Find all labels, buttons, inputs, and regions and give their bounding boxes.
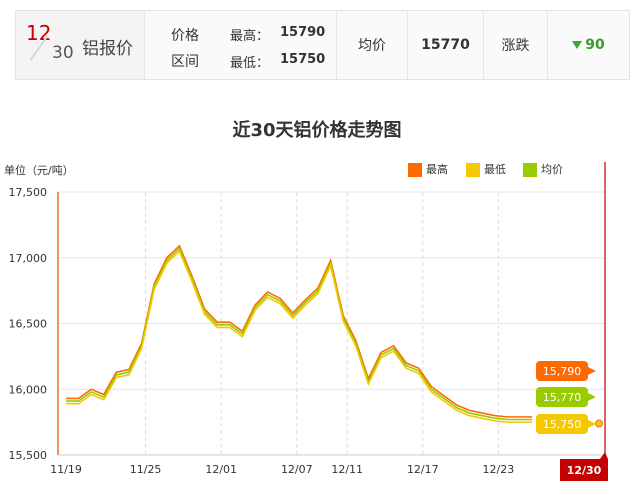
y-tick-label: 16,000 bbox=[9, 383, 48, 396]
x-tick-label: 12/07 bbox=[281, 463, 313, 476]
series-line-avg bbox=[66, 247, 533, 421]
tooltip-avg-label: 15,770 bbox=[543, 391, 582, 404]
series-line-low bbox=[66, 249, 533, 423]
current-point-marker bbox=[595, 419, 603, 428]
tooltip-high-label: 15,790 bbox=[543, 365, 582, 378]
series-line-high bbox=[66, 244, 533, 418]
y-tick-label: 16,500 bbox=[9, 318, 48, 331]
price-trend-chart: 15,500 16,000 16,500 17,000 17,500 11/19 11/25… bbox=[9, 162, 608, 481]
x-tick-label: 11/19 bbox=[50, 463, 82, 476]
x-tick-label: 12/01 bbox=[205, 463, 237, 476]
y-tick-label: 17,500 bbox=[9, 186, 48, 199]
current-date-label: 12/30 bbox=[567, 464, 602, 477]
x-tick-label: 12/23 bbox=[483, 463, 515, 476]
x-tick-label: 12/11 bbox=[331, 463, 363, 476]
tooltip-low-pointer bbox=[588, 420, 596, 428]
y-tick-label: 15,500 bbox=[9, 449, 48, 462]
y-tick-label: 17,000 bbox=[9, 252, 48, 265]
tooltip-high-pointer bbox=[588, 367, 596, 375]
tooltip-low-label: 15,750 bbox=[543, 418, 582, 431]
x-tick-label: 12/17 bbox=[407, 463, 439, 476]
x-tick-label: 11/25 bbox=[130, 463, 162, 476]
tooltip-avg-pointer bbox=[588, 393, 596, 401]
